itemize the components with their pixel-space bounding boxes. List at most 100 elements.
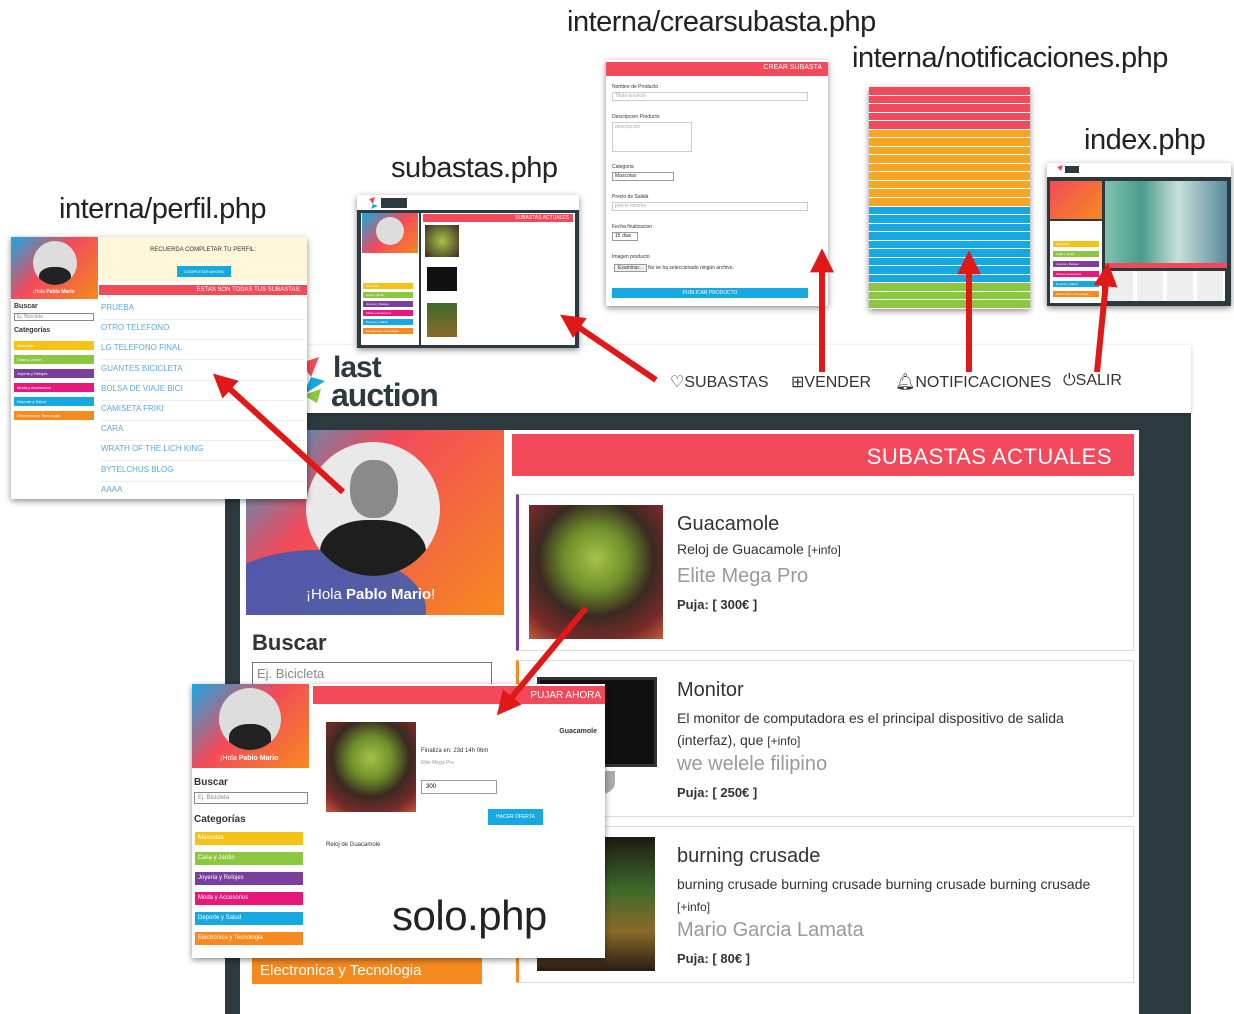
crear-name-input[interactable]: Titulo anuncio — [612, 92, 808, 101]
logo[interactable]: last auction — [297, 351, 457, 413]
category-item[interactable]: Electronica y Tecnologia — [1053, 291, 1099, 297]
subastas-item-2[interactable] — [427, 267, 457, 291]
category-item[interactable]: Joyeria y Relojes — [14, 369, 94, 378]
category-item[interactable]: Casa y Jardin — [363, 292, 413, 298]
perfil-auction-link[interactable]: BOLSA DE VIAJE BICI — [101, 382, 305, 401]
item-desc: Reloj de Guacamole [+info] — [677, 541, 1117, 557]
category-item[interactable]: Electronica y Tecnologia — [195, 932, 303, 945]
notification-row[interactable] — [869, 129, 1030, 138]
nav-salir[interactable]: ⏻SALIR — [1063, 372, 1122, 390]
perfil-complete-button[interactable]: COMPLETAR AHORA — [177, 266, 231, 277]
notification-row[interactable] — [869, 172, 1030, 180]
category-item[interactable]: Mascotas — [363, 283, 413, 289]
notification-row[interactable] — [869, 95, 1030, 104]
label-solo: solo.php — [392, 892, 547, 939]
greeting-post: ! — [431, 586, 436, 603]
nav-subastas-label: SUBASTAS — [684, 374, 769, 391]
heart-icon: ♡ — [670, 374, 685, 391]
crear-price-input[interactable]: precio minimo — [612, 202, 808, 211]
category-item[interactable]: Deporte y Salud — [363, 319, 413, 325]
item-title[interactable]: burning crusade — [677, 845, 820, 868]
auction-item[interactable]: Guacamole Reloj de Guacamole [+info] Eli… — [516, 494, 1134, 651]
crear-name-label: Nombre de Producto — [612, 84, 659, 90]
notification-row[interactable] — [869, 300, 1030, 308]
category-item[interactable]: Moda y Accesorios — [363, 310, 413, 316]
notification-row[interactable] — [869, 223, 1030, 232]
notification-row[interactable] — [869, 291, 1030, 300]
auction-item[interactable]: Monitor El monitor de computadora es el … — [516, 660, 1134, 817]
category-item[interactable]: Moda y Accesorios — [195, 892, 303, 905]
perfil-auction-link[interactable]: CARA — [101, 422, 305, 442]
category-item[interactable]: Deporte y Salud — [195, 912, 303, 925]
notification-row[interactable] — [869, 189, 1030, 197]
item-info-link[interactable]: [+info] — [808, 543, 841, 557]
notification-row[interactable] — [869, 87, 1030, 95]
nav-vender[interactable]: ⊞VENDER — [791, 372, 871, 392]
item-info-link[interactable]: [+info] — [677, 900, 710, 914]
category-item[interactable]: Joyeria y Relojes — [1053, 261, 1099, 267]
search-input[interactable]: Ej. Bicicleta — [252, 662, 492, 686]
screenshot-notificaciones — [869, 87, 1030, 309]
notification-row[interactable] — [869, 215, 1030, 223]
perfil-auction-link[interactable]: PRUEBA — [101, 301, 305, 320]
notification-row[interactable] — [869, 112, 1030, 121]
category-item[interactable]: Casa y Jardin — [1053, 251, 1099, 257]
auction-item[interactable]: burning crusade burning crusade burning … — [516, 826, 1134, 983]
category-item[interactable]: Mascotas — [1053, 241, 1099, 247]
notification-row[interactable] — [869, 155, 1030, 163]
category-item[interactable]: Moda y Accesorios — [14, 383, 94, 392]
nav-subastas[interactable]: ♡SUBASTAS — [670, 372, 769, 392]
category-item[interactable]: Mascotas — [14, 341, 94, 350]
solo-search-input[interactable]: Ej. Bicicleta — [194, 792, 308, 804]
notification-row[interactable] — [869, 249, 1030, 257]
perfil-auction-link[interactable]: OTRO TELEFONO — [101, 321, 305, 341]
solo-bid-button[interactable]: HACER OFERTA — [488, 809, 543, 825]
category-item[interactable]: Electronica y Tecnologia — [14, 411, 94, 420]
category-item[interactable]: Casa y Jardin — [195, 852, 303, 865]
category-item[interactable]: Electronica y Tecnologia — [363, 328, 413, 334]
crear-file-button[interactable]: Examinar... — [614, 264, 648, 272]
crear-publish-button[interactable]: PUBLICAR PRODUCTO — [612, 288, 808, 298]
notification-row[interactable] — [869, 283, 1030, 291]
crear-date-select[interactable]: 15 dias — [612, 232, 638, 241]
nav-vender-label: VENDER — [804, 374, 872, 391]
perfil-search-input[interactable]: Ej. Bicicleta — [14, 313, 94, 321]
notification-row[interactable] — [869, 274, 1030, 283]
notification-row[interactable] — [869, 146, 1030, 155]
perfil-auction-link[interactable]: WRATH OF THE LICH KING — [101, 442, 305, 462]
nav-notificaciones[interactable]: 🔔︎NOTIFICACIONES — [895, 372, 1051, 392]
crear-desc-textarea[interactable]: descripcion — [612, 122, 692, 152]
subastas-item-3[interactable] — [427, 303, 457, 337]
item-title[interactable]: Guacamole — [677, 513, 779, 536]
category-item[interactable]: Moda y Accesorios — [1053, 271, 1099, 277]
crear-cat-select[interactable]: Mascotas — [612, 172, 674, 181]
item-info-link[interactable]: [+info] — [767, 734, 800, 748]
notification-row[interactable] — [869, 138, 1030, 146]
category-item[interactable]: Deporte y Salud — [14, 397, 94, 406]
category-item[interactable]: Joyeria y Relojes — [195, 872, 303, 885]
notification-row[interactable] — [869, 104, 1030, 112]
item-title[interactable]: Monitor — [677, 679, 744, 702]
notification-row[interactable] — [869, 121, 1030, 129]
category-item[interactable]: Deporte y Salud — [1053, 281, 1099, 287]
notification-row[interactable] — [869, 206, 1030, 215]
category-electronica[interactable]: Electronica y Tecnologia — [252, 958, 482, 984]
category-item[interactable]: Casa y Jardin — [14, 355, 94, 364]
notification-row[interactable] — [869, 163, 1030, 172]
notification-row[interactable] — [869, 266, 1030, 274]
notification-row[interactable] — [869, 232, 1030, 240]
perfil-auction-link[interactable]: AAAA — [101, 483, 305, 499]
category-item[interactable]: Joyeria y Relojes — [363, 301, 413, 307]
perfil-auction-link[interactable]: GUANTES BICICLETA — [101, 362, 305, 381]
category-item[interactable]: Mascotas — [195, 832, 303, 845]
notification-row[interactable] — [869, 240, 1030, 249]
solo-amount-input[interactable]: 300 — [421, 780, 497, 794]
perfil-auction-link[interactable]: BYTELCHUS BLOG — [101, 463, 305, 482]
perfil-auction-link[interactable]: CAMISETA FRIKI — [101, 402, 305, 421]
subastas-item-1[interactable] — [425, 225, 459, 257]
notification-row[interactable] — [869, 257, 1030, 266]
perfil-auction-link[interactable]: LG TELEFONO FINAL — [101, 341, 305, 361]
notification-row[interactable] — [869, 198, 1030, 206]
solo-greeting: ¡Hola Pablo Mario — [220, 755, 278, 762]
notification-row[interactable] — [869, 180, 1030, 189]
